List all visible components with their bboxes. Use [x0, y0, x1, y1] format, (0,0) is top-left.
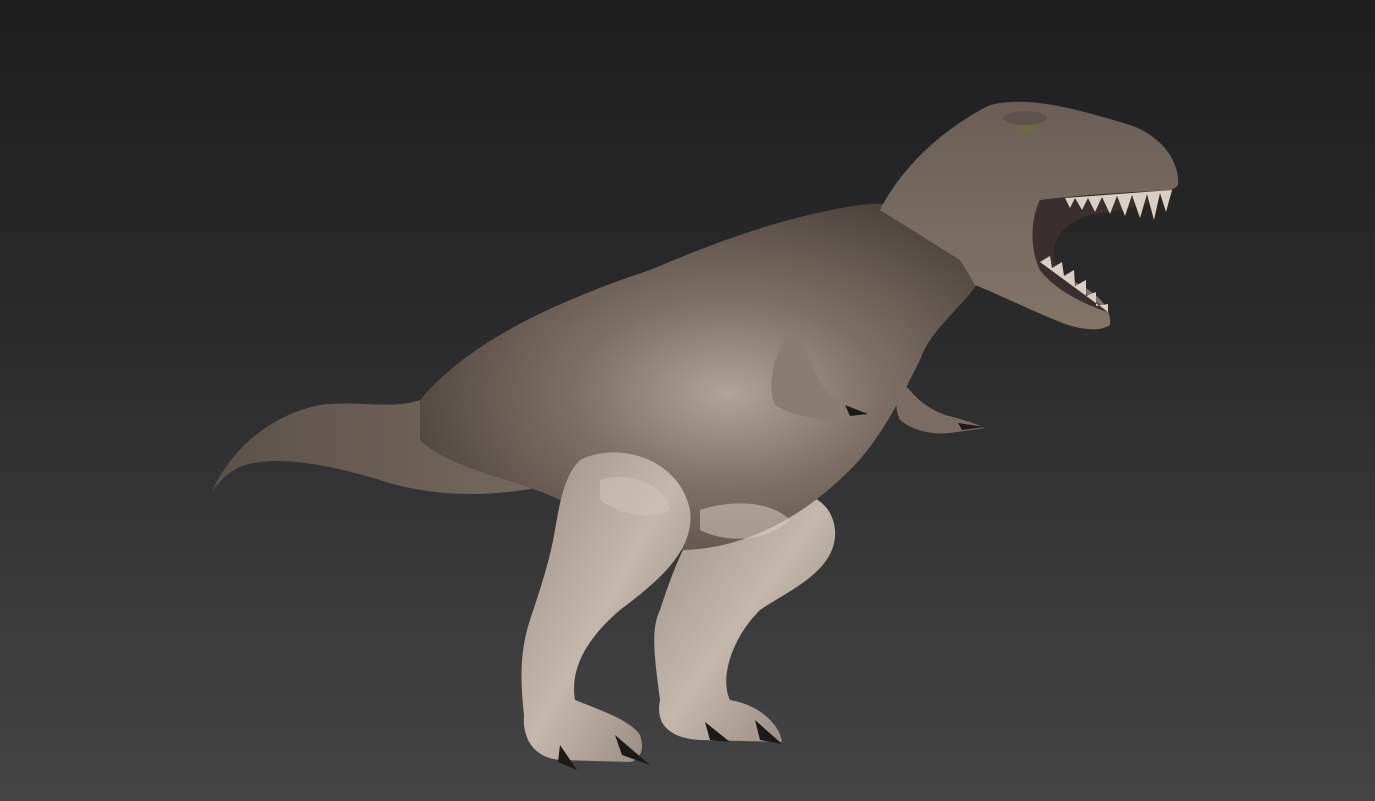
- trex-brow: [1003, 111, 1047, 125]
- trex-model[interactable]: [0, 0, 1375, 801]
- trex-body: [420, 203, 980, 551]
- 3d-viewport[interactable]: [0, 0, 1375, 801]
